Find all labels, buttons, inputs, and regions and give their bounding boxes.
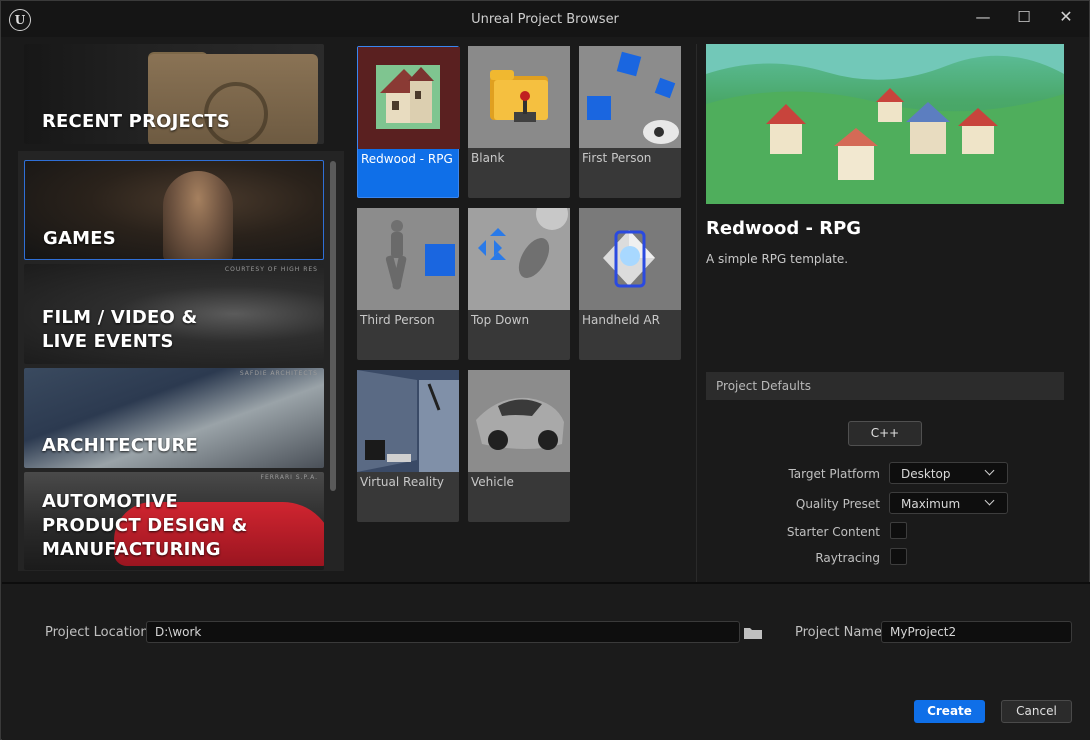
- quality-preset-select[interactable]: Maximum: [889, 492, 1008, 514]
- image-credit: FERRARI S.P.A.: [260, 474, 318, 481]
- template-blank[interactable]: Blank: [468, 46, 570, 198]
- phone-ar-icon: [603, 230, 655, 288]
- template-redwood-rpg[interactable]: Redwood - RPG: [357, 46, 460, 198]
- project-location-label: Project Location: [45, 625, 149, 640]
- category-label: GAMES: [43, 228, 116, 249]
- redwood-thumbnail: [358, 47, 460, 149]
- category-label-line: FILM / VIDEO &: [42, 307, 198, 328]
- category-architecture[interactable]: SAFDIE ARCHITECTS ARCHITECTURE: [24, 368, 324, 468]
- chevron-down-icon: [984, 495, 995, 506]
- vehicle-thumbnail: [468, 370, 570, 472]
- house-icon: [376, 65, 440, 129]
- first-person-thumbnail: [579, 46, 681, 148]
- category-label-line: PRODUCT DESIGN &: [42, 515, 248, 536]
- starter-content-label: Starter Content: [786, 525, 880, 539]
- mannequin-icon: [385, 220, 455, 290]
- image-credit: COURTESY OF HIGH RES: [224, 266, 318, 273]
- blank-thumbnail: [468, 46, 570, 148]
- top-down-thumbnail: [468, 208, 570, 310]
- target-platform-label: Target Platform: [788, 467, 880, 481]
- window-title: Unreal Project Browser: [471, 12, 619, 27]
- target-platform-value: Desktop: [901, 467, 951, 481]
- category-games[interactable]: GAMES: [24, 160, 324, 260]
- template-virtual-reality[interactable]: Virtual Reality: [357, 370, 459, 522]
- project-browser-window: U Unreal Project Browser — ☐ ✕ RECENT PR…: [0, 0, 1090, 740]
- project-name-input[interactable]: MyProject2: [881, 621, 1072, 643]
- panel-divider: [696, 44, 697, 582]
- category-film-video[interactable]: COURTESY OF HIGH RES FILM / VIDEO & LIVE…: [24, 264, 324, 364]
- template-label: Redwood - RPG: [361, 152, 453, 166]
- close-button[interactable]: ✕: [1051, 7, 1081, 29]
- village-scene-icon: [706, 44, 1064, 204]
- folder-joystick-icon: [490, 70, 548, 122]
- category-recent-projects[interactable]: RECENT PROJECTS: [24, 44, 324, 144]
- category-scrollbar[interactable]: [330, 161, 336, 491]
- template-title: Redwood - RPG: [706, 218, 862, 239]
- cpp-toggle-button[interactable]: C++: [848, 421, 922, 446]
- template-label: Top Down: [471, 313, 530, 327]
- template-label: Virtual Reality: [360, 475, 445, 489]
- image-credit: SAFDIE ARCHITECTS: [239, 370, 318, 377]
- project-defaults-label: Project Defaults: [716, 379, 811, 393]
- project-name-value: MyProject2: [890, 625, 957, 639]
- project-location-value: D:\work: [155, 625, 202, 639]
- category-automotive[interactable]: FERRARI S.P.A. AUTOMOTIVE PRODUCT DESIGN…: [24, 472, 324, 570]
- template-top-down[interactable]: Top Down: [468, 208, 570, 360]
- project-name-label: Project Name: [795, 625, 882, 640]
- top-down-arrows-icon: [478, 208, 568, 278]
- template-label: Handheld AR: [582, 313, 660, 327]
- maximize-button[interactable]: ☐: [1009, 7, 1039, 29]
- quality-preset-label: Quality Preset: [795, 497, 880, 511]
- raytracing-checkbox[interactable]: [890, 548, 907, 565]
- template-label: Vehicle: [471, 475, 514, 489]
- category-label-line: LIVE EVENTS: [42, 331, 174, 352]
- template-vehicle[interactable]: Vehicle: [468, 370, 570, 522]
- template-label: First Person: [582, 151, 652, 165]
- project-defaults-header: Project Defaults: [706, 372, 1064, 400]
- template-third-person[interactable]: Third Person: [357, 208, 459, 360]
- handheld-ar-thumbnail: [579, 208, 681, 310]
- template-description: A simple RPG template.: [706, 252, 849, 266]
- title-bar: U Unreal Project Browser — ☐ ✕: [1, 1, 1089, 37]
- category-label: ARCHITECTURE: [42, 435, 198, 456]
- cancel-button[interactable]: Cancel: [1001, 700, 1072, 723]
- blue-cubes-icon: [587, 51, 679, 144]
- category-label: RECENT PROJECTS: [42, 111, 231, 132]
- chevron-down-icon: [984, 465, 995, 476]
- virtual-reality-thumbnail: [357, 370, 459, 472]
- create-button[interactable]: Create: [914, 700, 985, 723]
- template-label: Third Person: [360, 313, 435, 327]
- minimize-button[interactable]: —: [968, 7, 998, 29]
- third-person-thumbnail: [357, 208, 459, 310]
- template-label: Blank: [471, 151, 505, 165]
- project-location-input[interactable]: D:\work: [146, 621, 740, 643]
- template-handheld-ar[interactable]: Handheld AR: [579, 208, 681, 360]
- games-hero-image: [163, 171, 233, 259]
- target-platform-select[interactable]: Desktop: [889, 462, 1008, 484]
- browse-folder-icon[interactable]: [744, 627, 762, 639]
- category-label-line: MANUFACTURING: [42, 539, 221, 560]
- template-preview-image: [706, 44, 1064, 204]
- starter-content-checkbox[interactable]: [890, 522, 907, 539]
- raytracing-label: Raytracing: [815, 551, 880, 565]
- category-label-line: AUTOMOTIVE: [42, 491, 178, 512]
- quality-preset-value: Maximum: [901, 497, 961, 511]
- vr-scene-icon: [357, 370, 459, 472]
- template-first-person[interactable]: First Person: [579, 46, 681, 198]
- house-shape: [876, 88, 904, 122]
- car-icon: [476, 397, 564, 450]
